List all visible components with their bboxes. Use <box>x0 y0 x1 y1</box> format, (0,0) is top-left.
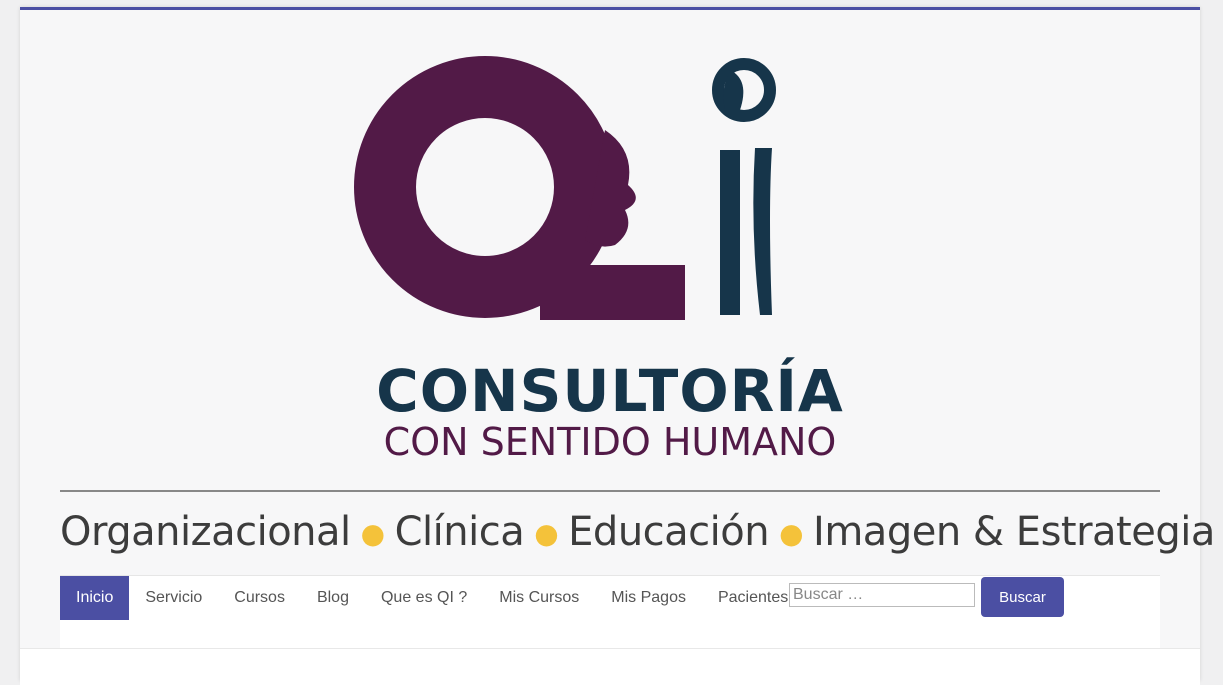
area-clinica: Clínica <box>394 509 525 555</box>
service-areas: Organizacional ● Clínica ● Educación ● Imagen … <box>60 509 1215 555</box>
area-educacion: Educación <box>568 509 770 555</box>
search-button[interactable]: Buscar <box>981 577 1064 617</box>
banner-divider <box>60 490 1160 492</box>
search-input[interactable] <box>789 583 975 607</box>
area-imagen-estrategia: Imagen & Estrategia <box>813 509 1215 555</box>
header-banner[interactable]: CONSULTORÍA CON SENTIDO HUMANO Organizac… <box>60 10 1215 578</box>
nav-item-cursos[interactable]: Cursos <box>218 576 301 620</box>
bullet-dot: ● <box>534 516 559 550</box>
page-container: CONSULTORÍA CON SENTIDO HUMANO Organizac… <box>20 7 1215 685</box>
area-organizacional: Organizacional <box>60 509 351 555</box>
nav-item-mis-pagos[interactable]: Mis Pagos <box>595 576 702 620</box>
content-area <box>20 648 1200 685</box>
nav-menu: Inicio Servicio Cursos Blog Que es QI ? … <box>60 576 804 620</box>
bullet-dot: ● <box>779 516 804 550</box>
brand-subtitle: CON SENTIDO HUMANO <box>383 420 837 464</box>
bullet-dot: ● <box>360 516 385 550</box>
main-navbar: Inicio Servicio Cursos Blog Que es QI ? … <box>60 575 1160 648</box>
nav-item-blog[interactable]: Blog <box>301 576 365 620</box>
nav-item-que-es-qi[interactable]: Que es QI ? <box>365 576 483 620</box>
nav-item-mis-cursos[interactable]: Mis Cursos <box>483 576 595 620</box>
nav-item-servicio[interactable]: Servicio <box>129 576 218 620</box>
nav-item-inicio[interactable]: Inicio <box>60 576 130 620</box>
brand-title: CONSULTORÍA <box>376 357 844 425</box>
qi-logo <box>354 56 776 320</box>
